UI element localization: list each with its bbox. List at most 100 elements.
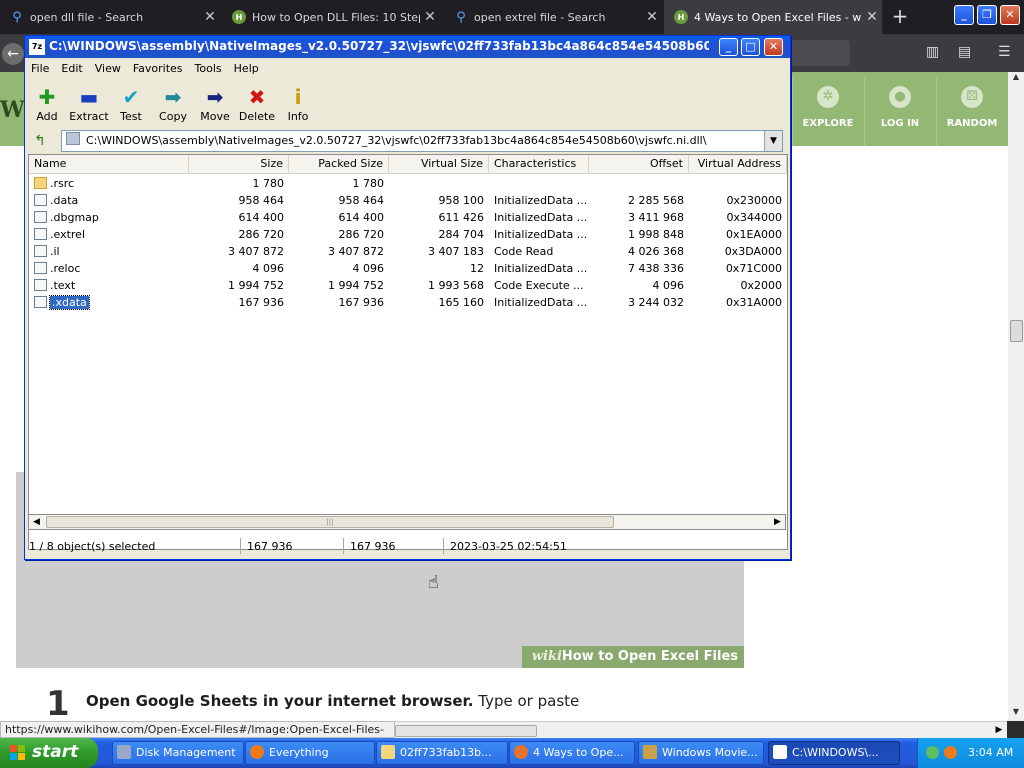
scroll-left-icon[interactable]: ◀: [29, 515, 44, 529]
move-button[interactable]: ➡ Move: [194, 84, 236, 126]
wikihow-logo[interactable]: W: [0, 97, 25, 123]
column-virtual-address[interactable]: Virtual Address: [689, 155, 787, 173]
browser-tab-3[interactable]: H 4 Ways to Open Excel Files - wiki ✕: [664, 0, 882, 34]
file-row[interactable]: .il 3 407 872 3 407 872 3 407 183 Code Read 4…: [29, 243, 787, 260]
cell-offset: 1 998 848: [628, 228, 684, 241]
start-button[interactable]: start: [0, 738, 98, 768]
cell-size: 1 780: [252, 177, 285, 190]
column-packed-size[interactable]: Packed Size: [289, 155, 389, 173]
menu-favorites[interactable]: Favorites: [127, 58, 189, 78]
page-horizontal-scrollbar[interactable]: ▶: [395, 721, 1007, 739]
extract-button[interactable]: ▬ Extract: [68, 84, 110, 126]
info-button[interactable]: i Info: [277, 84, 319, 126]
status-packed: 167 936: [350, 540, 396, 553]
test-button[interactable]: ✔ Test: [110, 84, 152, 126]
nav-random[interactable]: ⚄ RANDOM: [937, 78, 1007, 146]
cell-packed: 614 400: [338, 211, 385, 224]
close-icon[interactable]: ✕: [420, 9, 440, 25]
scroll-right-icon[interactable]: ▶: [991, 722, 1007, 739]
cell-chars: InitializedData ...: [494, 211, 588, 224]
page-vertical-scrollbar[interactable]: ▲ ▼: [1008, 72, 1024, 721]
taskbar-item-everything[interactable]: Everything: [245, 741, 375, 765]
browser-tab-0[interactable]: ⚲ open dll file - Search ✕: [0, 0, 220, 34]
file-icon: [34, 194, 47, 206]
file-row[interactable]: .data 958 464 958 464 958 100 InitializedDat…: [29, 192, 787, 209]
list-horizontal-scrollbar[interactable]: ◀ ||| ▶: [28, 514, 786, 530]
scroll-right-icon[interactable]: ▶: [770, 515, 785, 529]
nav-login[interactable]: ● LOG IN: [865, 78, 935, 146]
nav-explore[interactable]: ✲ EXPLORE: [793, 78, 863, 146]
delete-icon: ✖: [248, 85, 266, 109]
maximize-button[interactable]: ❐: [977, 5, 997, 25]
file-row[interactable]: .dbgmap 614 400 614 400 611 426 InitializedD…: [29, 209, 787, 226]
copy-button[interactable]: ➡ Copy: [152, 84, 194, 126]
column-virtual-size[interactable]: Virtual Size: [389, 155, 489, 173]
cell-name: .il: [29, 243, 189, 260]
status-size: 167 936: [247, 540, 293, 553]
column-size[interactable]: Size: [189, 155, 289, 173]
new-tab-button[interactable]: +: [888, 4, 912, 28]
taskbar-item-firefox[interactable]: 4 Ways to Ope...: [509, 741, 635, 765]
chevron-down-icon[interactable]: ▼: [764, 131, 782, 151]
close-icon[interactable]: ✕: [862, 9, 882, 25]
taskbar-item-disk-management[interactable]: Disk Management: [112, 741, 244, 765]
cell-vaddr: 0x3DA000: [724, 245, 782, 258]
toolbar-label: Info: [287, 110, 309, 123]
status-bar: 1 / 8 object(s) selected 167 936 167 936…: [25, 536, 790, 556]
file-icon: [34, 228, 47, 240]
path-input[interactable]: C:\WINDOWS\assembly\NativeImages_v2.0.50…: [61, 130, 783, 152]
cell-name: .xdata: [29, 294, 189, 311]
scroll-thumb[interactable]: [395, 725, 537, 737]
close-window-button[interactable]: ✕: [1000, 5, 1020, 25]
folder-up-icon[interactable]: ↰: [31, 132, 49, 150]
add-button[interactable]: ✚ Add: [26, 84, 68, 126]
menu-icon[interactable]: ☰: [998, 44, 1011, 60]
scroll-down-icon[interactable]: ▼: [1008, 707, 1024, 721]
delete-button[interactable]: ✖ Delete: [236, 84, 278, 126]
close-button[interactable]: ✕: [764, 38, 783, 56]
sidebar-icon[interactable]: ▤: [958, 44, 971, 60]
file-row[interactable]: .reloc 4 096 4 096 12 InitializedData ... 7 4…: [29, 260, 787, 277]
nav-label: RANDOM: [946, 118, 998, 129]
cell-packed: 1 994 752: [328, 279, 384, 292]
firefox-icon: [514, 745, 528, 759]
maximize-button[interactable]: □: [741, 38, 760, 56]
everything-tray-icon[interactable]: [944, 746, 957, 759]
back-button[interactable]: ←: [2, 43, 24, 65]
file-row[interactable]: .xdata 167 936 167 936 165 160 InitializedDa…: [29, 294, 787, 311]
status-divider: [240, 538, 241, 554]
browser-tab-1[interactable]: H How to Open DLL Files: 10 Steps ✕: [222, 0, 440, 34]
scroll-thumb[interactable]: [1010, 320, 1023, 342]
close-icon[interactable]: ✕: [642, 9, 662, 25]
file-row[interactable]: .extrel 286 720 286 720 284 704 InitializedD…: [29, 226, 787, 243]
minimize-button[interactable]: _: [719, 38, 738, 56]
column-offset[interactable]: Offset: [589, 155, 689, 173]
7zip-title-bar[interactable]: 7z C:\WINDOWS\assembly\NativeImages_v2.0…: [25, 36, 790, 58]
network-icon[interactable]: [926, 746, 939, 759]
browser-tab-2[interactable]: ⚲ open extrel file - Search ✕: [444, 0, 662, 34]
column-name[interactable]: Name: [29, 155, 189, 173]
menu-tools[interactable]: Tools: [189, 58, 228, 78]
column-characteristics[interactable]: Characteristics: [489, 155, 589, 173]
clock: 3:04 AM: [968, 746, 1014, 759]
taskbar: start Disk Management Everything 02ff733…: [0, 738, 1024, 768]
taskbar-item-7zip[interactable]: C:\WINDOWS\...: [768, 741, 900, 765]
close-icon[interactable]: ✕: [200, 9, 220, 25]
minimize-button[interactable]: _: [954, 5, 974, 25]
scroll-up-icon[interactable]: ▲: [1008, 72, 1024, 86]
taskbar-item-movie-maker[interactable]: Windows Movie...: [638, 741, 764, 765]
menu-help[interactable]: Help: [228, 58, 265, 78]
menu-file[interactable]: File: [25, 58, 55, 78]
cell-vsize: 611 426: [438, 211, 485, 224]
file-row[interactable]: .rsrc 1 780 1 780: [29, 175, 787, 192]
cell-vsize: 3 407 183: [428, 245, 484, 258]
cell-name: .dbgmap: [29, 209, 189, 226]
taskbar-item-folder[interactable]: 02ff733fab13b...: [376, 741, 508, 765]
menu-edit[interactable]: Edit: [55, 58, 88, 78]
library-icon[interactable]: ▥: [926, 44, 939, 60]
file-row[interactable]: .text 1 994 752 1 994 752 1 993 568 Code Exe…: [29, 277, 787, 294]
menu-view[interactable]: View: [89, 58, 127, 78]
tab-label: How to Open DLL Files: 10 Steps: [252, 10, 420, 24]
scroll-thumb[interactable]: |||: [46, 516, 614, 528]
cell-packed: 167 936: [338, 296, 385, 309]
